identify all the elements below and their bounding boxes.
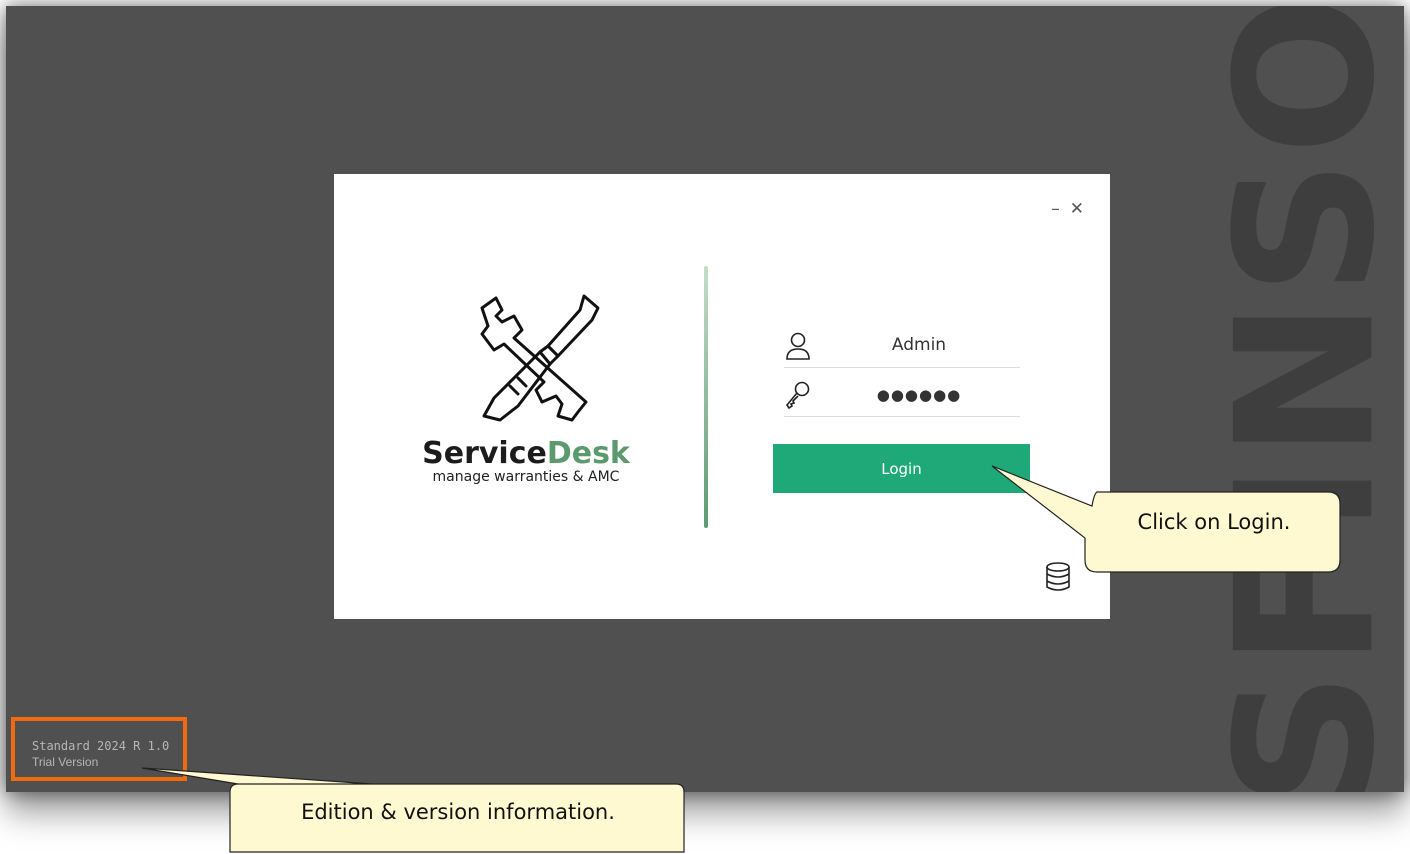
edition-callout-text: Edition & version information. [301, 800, 615, 824]
callout-layer [141, 465, 1341, 853]
login-callout-text: Click on Login. [1137, 510, 1291, 534]
